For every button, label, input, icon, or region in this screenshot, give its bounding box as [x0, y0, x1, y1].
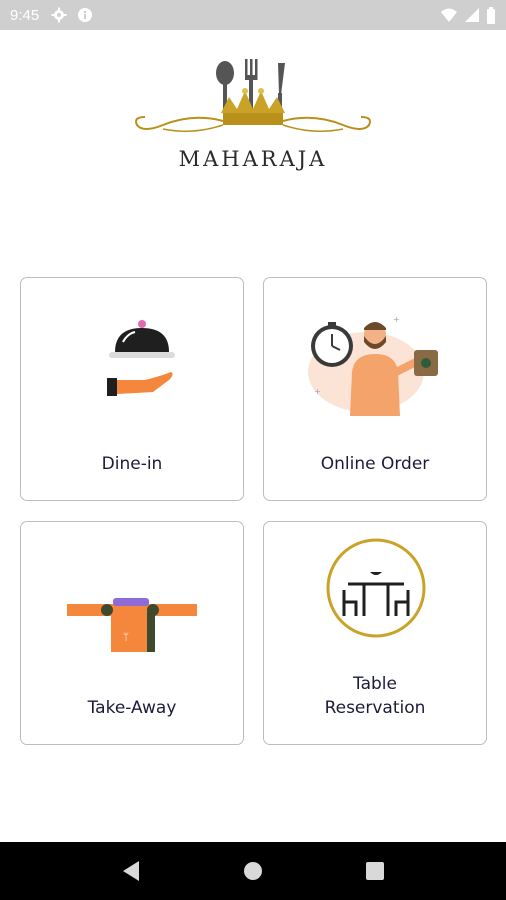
info-icon — [78, 8, 93, 22]
recents-icon[interactable] — [365, 861, 385, 881]
home-icon[interactable] — [242, 860, 264, 882]
cloche-serving-icon — [107, 320, 175, 396]
tile-label: Dine-in — [101, 454, 163, 474]
tile-take-away[interactable]: ᛘ Take-Away — [20, 521, 244, 745]
navigation-bar — [0, 842, 506, 900]
status-bar: 9:45 — [0, 0, 506, 30]
brand-logo: MAHARAJA — [0, 55, 506, 180]
tile-label-line1: Table — [353, 674, 397, 694]
tile-dine-in[interactable]: Dine-in — [20, 277, 244, 501]
svg-text:ᛘ: ᛘ — [123, 632, 129, 643]
dining-table-icon — [326, 538, 426, 638]
svg-text:+: + — [314, 387, 321, 396]
crown-cutlery-logo-icon — [135, 59, 371, 132]
brand-name: MAHARAJA — [178, 147, 328, 171]
tile-label: Take-Away — [87, 698, 177, 718]
takeaway-bag-icon: ᛘ — [67, 598, 197, 652]
status-time: 9:45 — [10, 6, 40, 24]
cellular-signal-icon — [465, 8, 479, 22]
tile-table-reservation[interactable]: Table Reservation — [263, 521, 487, 745]
settings-icon — [51, 7, 67, 23]
tile-online-order[interactable]: + + Online Order — [263, 277, 487, 501]
svg-text:+: + — [393, 315, 400, 324]
tile-label-line2: Reservation — [324, 698, 426, 718]
tile-label: Online Order — [320, 454, 430, 474]
back-icon[interactable] — [121, 860, 141, 882]
battery-icon — [487, 6, 495, 24]
delivery-man-clock-icon: + + — [308, 315, 438, 416]
wifi-icon — [441, 8, 457, 22]
